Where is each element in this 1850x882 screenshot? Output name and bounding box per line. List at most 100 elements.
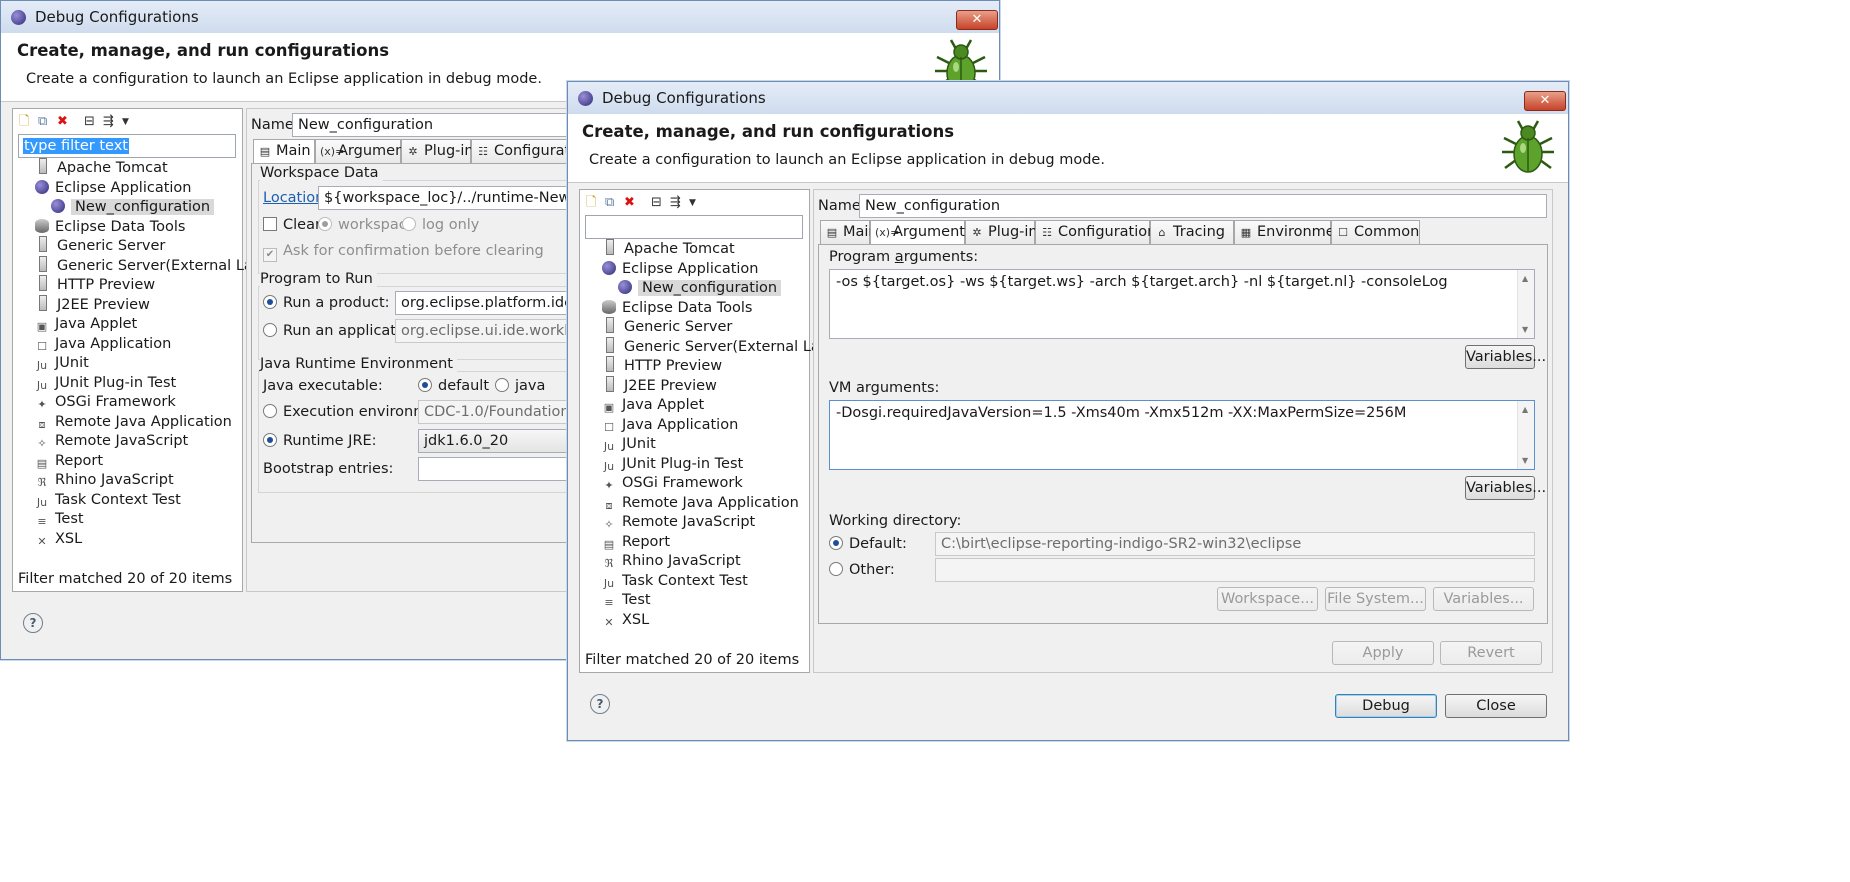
tab-tracing[interactable]: ⌂ Tracing — [1150, 220, 1234, 244]
filter-input[interactable] — [585, 215, 803, 239]
close-button[interactable]: Close — [1445, 694, 1547, 718]
default-exec-radio[interactable]: default — [418, 378, 489, 394]
tree-item[interactable]: Eclipse Application — [35, 178, 192, 198]
tree-item[interactable]: ✕ XSL — [35, 529, 82, 549]
new-config-icon[interactable]: 🗋 — [586, 196, 596, 210]
program-arguments-field[interactable]: -os ${target.os} -ws ${target.ws} -arch … — [829, 269, 1535, 339]
filter-icon[interactable]: ⇶ — [103, 115, 114, 129]
workspace-radio[interactable]: workspace — [318, 217, 416, 233]
tab-main[interactable]: ▤ Main — [820, 220, 878, 244]
tree-item-label: Report — [55, 452, 104, 469]
help-icon[interactable]: ? — [590, 694, 610, 714]
run-product-radio[interactable]: Run a product: — [263, 295, 390, 311]
other-directory-field[interactable] — [935, 558, 1535, 582]
log-only-radio[interactable]: log only — [402, 217, 479, 233]
dialog-header: Create, manage, and run configurations C… — [568, 114, 1568, 183]
tree-item[interactable]: Eclipse Application — [602, 259, 759, 279]
tree-item[interactable]: Ju JUnit Plug-in Test — [602, 454, 743, 474]
eclipse-icon — [11, 10, 26, 25]
tree-item[interactable]: ☐ Java Application — [35, 334, 171, 354]
tab-configuration[interactable]: ☷ Configuration — [1035, 220, 1156, 244]
default-directory-field[interactable]: C:\birt\eclipse-reporting-indigo-SR2-win… — [935, 532, 1535, 556]
tab-main[interactable]: ▤ Main — [253, 139, 315, 163]
tree-item[interactable]: ▣ Java Applet — [35, 314, 137, 334]
tree-item[interactable]: ▣ Java Applet — [602, 395, 704, 415]
name-field[interactable]: New_configuration — [859, 194, 1547, 218]
filter-icon[interactable]: ⇶ — [670, 196, 681, 210]
java-exec-radio[interactable]: java — [495, 378, 545, 394]
debug-button[interactable]: Debug — [1335, 694, 1437, 718]
other-directory-radio[interactable]: Other: — [829, 562, 895, 578]
directory-variables-button[interactable]: Variables... — [1433, 587, 1534, 611]
front-title-bar[interactable]: Debug Configurations ✕ — [568, 82, 1568, 114]
vm-variables-button[interactable]: Variables... — [1465, 476, 1546, 500]
tree-item[interactable]: Ju JUnit — [35, 353, 89, 373]
tree-item[interactable]: Ju JUnit Plug-in Test — [35, 373, 176, 393]
tree-item[interactable]: ✦ OSGi Framework — [35, 392, 175, 412]
collapse-all-icon[interactable]: ⊟ — [84, 115, 95, 129]
back-title-bar[interactable]: Debug Configurations ✕ — [1, 1, 999, 33]
tree-item[interactable]: Eclipse Data Tools — [35, 217, 185, 237]
chevron-down-icon[interactable]: ▼ — [122, 115, 129, 129]
tree-item[interactable]: ≡ Test — [602, 590, 650, 610]
vm-arguments-scrollbar[interactable]: ▲ ▼ — [1517, 401, 1534, 469]
tree-item[interactable]: Ju Task Context Test — [602, 571, 748, 591]
close-window-button[interactable]: ✕ — [1524, 91, 1566, 111]
tab-arguments[interactable]: (x)=Arguments — [870, 220, 973, 244]
tree-item[interactable]: Ju Task Context Test — [35, 490, 181, 510]
revert-button[interactable]: Revert — [1440, 641, 1542, 665]
tree-item[interactable]: HTTP Preview — [35, 275, 155, 295]
delete-icon[interactable]: ✖ — [57, 115, 68, 129]
tree-item[interactable]: J2EE Preview — [602, 375, 717, 396]
tree-item[interactable]: HTTP Preview — [602, 356, 722, 376]
tree-item[interactable]: ⧈ Remote Java Application — [35, 412, 232, 432]
tree-item[interactable]: New_configuration — [618, 278, 782, 298]
test-icon: ≡ — [37, 515, 47, 528]
tree-item[interactable]: Generic Server — [602, 317, 732, 337]
chevron-down-icon[interactable]: ▼ — [689, 196, 696, 210]
default-directory-radio[interactable]: Default: — [829, 536, 907, 552]
tree-item[interactable]: Ju JUnit — [602, 434, 656, 454]
help-icon[interactable]: ? — [23, 613, 43, 633]
tab-plug-ins[interactable]: ✲ Plug-ins — [401, 139, 481, 163]
filter-input[interactable]: type filter text — [18, 134, 236, 158]
tab-plug-ins[interactable]: ✲ Plug-ins — [965, 220, 1045, 244]
runtime-jre-radio[interactable]: Runtime JRE: — [263, 433, 377, 449]
program-arguments-scrollbar[interactable]: ▲ ▼ — [1517, 270, 1534, 338]
tree-item[interactable]: ✧ Remote JavaScript — [35, 431, 188, 451]
collapse-all-icon[interactable]: ⊟ — [651, 196, 662, 210]
tree-item[interactable]: ✧ Remote JavaScript — [602, 512, 755, 532]
tab-common[interactable]: ☐ Common — [1331, 220, 1420, 244]
tree-item[interactable]: ≡ Test — [35, 509, 83, 529]
new-config-icon[interactable]: 🗋 — [19, 115, 29, 129]
tree-item[interactable]: ✦ OSGi Framework — [602, 473, 742, 493]
java-app-icon: ☐ — [604, 420, 614, 434]
tree-item[interactable]: ℜ Rhino JavaScript — [35, 470, 174, 490]
tree-item[interactable]: Apache Tomcat — [35, 158, 168, 178]
ask-confirmation-checkbox[interactable]: ✔ Ask for confirmation before clearing — [263, 243, 544, 262]
tree-item-label: New_configuration — [71, 199, 215, 215]
file-system-button[interactable]: File System... — [1325, 587, 1426, 611]
tree-item[interactable]: ▤ Report — [602, 532, 670, 552]
tree-item[interactable]: ℜ Rhino JavaScript — [602, 551, 741, 571]
workspace-button[interactable]: Workspace... — [1217, 587, 1318, 611]
program-variables-button[interactable]: Variables... — [1465, 345, 1546, 369]
tree-item[interactable]: ✕ XSL — [602, 610, 649, 630]
tab-arguments[interactable]: (x)=Arguments — [315, 139, 418, 163]
tree-item[interactable]: Eclipse Data Tools — [602, 298, 752, 318]
tree-item[interactable]: Apache Tomcat — [602, 239, 735, 259]
tree-item[interactable]: ⧈ Remote Java Application — [602, 493, 799, 513]
tree-item[interactable]: ▤ Report — [35, 451, 103, 471]
close-window-button[interactable]: ✕ — [956, 10, 998, 30]
apply-button[interactable]: Apply — [1332, 641, 1434, 665]
delete-icon[interactable]: ✖ — [624, 196, 635, 210]
duplicate-icon[interactable]: ⧉ — [605, 196, 614, 210]
tab-environment[interactable]: ▦ Environment — [1234, 220, 1350, 244]
tree-item[interactable]: Generic Server — [35, 236, 165, 256]
tree-item[interactable]: New_configuration — [51, 197, 215, 217]
clear-checkbox[interactable]: Clear: — [263, 217, 326, 233]
tree-item[interactable]: J2EE Preview — [35, 294, 150, 315]
vm-arguments-field[interactable]: -Dosgi.requiredJavaVersion=1.5 -Xms40m -… — [829, 400, 1535, 470]
duplicate-icon[interactable]: ⧉ — [38, 115, 47, 129]
tree-item[interactable]: ☐ Java Application — [602, 415, 738, 435]
